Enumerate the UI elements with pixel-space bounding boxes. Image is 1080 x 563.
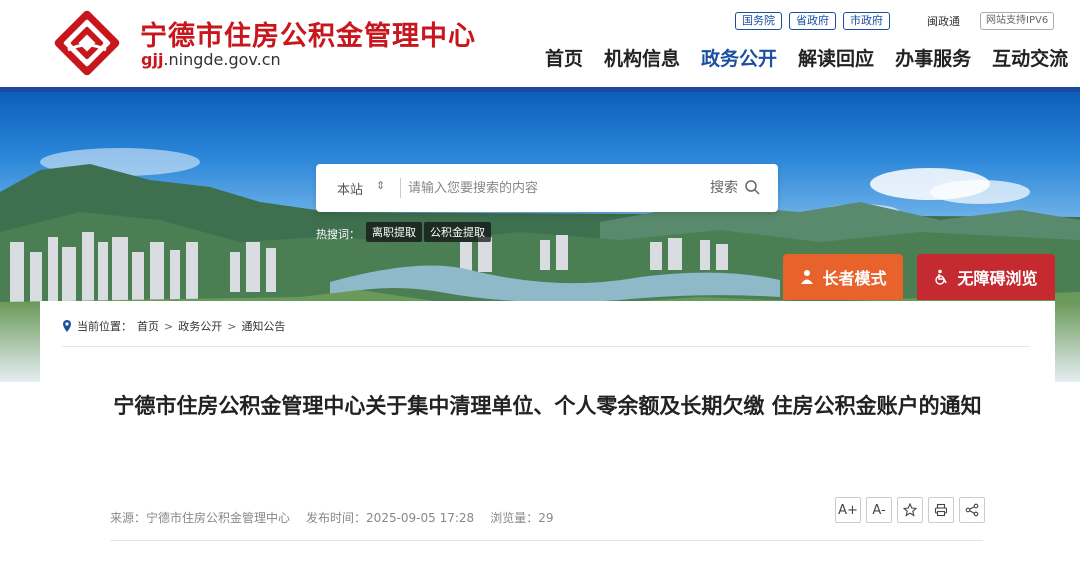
wheelchair-icon <box>935 269 948 285</box>
hot-search-label: 热搜词： <box>316 228 360 241</box>
search-scope-select[interactable]: 本站 <box>337 179 363 198</box>
breadcrumb-home[interactable]: 首页 <box>137 318 159 334</box>
logo-emblem-icon[interactable] <box>54 10 120 76</box>
search-input[interactable] <box>408 176 688 200</box>
article-title: 宁德市住房公积金管理中心关于集中清理单位、个人零余额及长期欠缴 住房公积金账户的… <box>113 394 982 418</box>
top-link-guowuyuan[interactable]: 国务院 <box>735 12 782 30</box>
print-button[interactable] <box>928 497 954 523</box>
breadcrumb-notices[interactable]: 通知公告 <box>241 318 285 334</box>
published-label: 发布时间： <box>306 511 367 525</box>
barrier-free-button[interactable]: 无障碍浏览 <box>917 254 1055 300</box>
site-domain: gjj.ningde.gov.cn <box>141 50 281 69</box>
search-divider <box>400 178 401 198</box>
top-links: 国务院 省政府 市政府 <box>735 12 890 30</box>
views-label: 浏览量： <box>490 511 539 525</box>
breadcrumb-gov-affairs[interactable]: 政务公开 <box>178 318 222 334</box>
article-source: 来源：宁德市住房公积金管理中心 <box>110 509 290 526</box>
search-button-label: 搜索 <box>710 180 738 196</box>
mingzheng-link[interactable]: 闽政通 <box>927 13 960 29</box>
source-label: 来源： <box>110 511 147 525</box>
views-value: 29 <box>538 511 554 525</box>
share-button[interactable] <box>959 497 985 523</box>
article-card: 当前位置： 首页 > 政务公开 > 通知公告 宁德市住房公积金管理中心关于集中清… <box>40 301 1055 563</box>
hot-tag-gongjijin[interactable]: 公积金提取 <box>424 222 491 242</box>
chevron-updown-icon[interactable]: ⇕ <box>376 179 385 192</box>
nav-item-services[interactable]: 办事服务 <box>895 44 971 71</box>
nav-item-gov-affairs[interactable]: 政务公开 <box>701 44 777 71</box>
barrier-free-label: 无障碍浏览 <box>957 269 1038 288</box>
breadcrumb-divider <box>62 346 1030 347</box>
favorite-button[interactable] <box>897 497 923 523</box>
star-icon <box>903 503 917 517</box>
domain-rest: .ningde.gov.cn <box>163 50 281 69</box>
domain-prefix: gjj <box>141 50 164 69</box>
ipv6-badge: 网站支持IPV6 <box>980 12 1055 30</box>
search-box: 本站 ⇕ 搜索 <box>316 164 778 212</box>
search-button[interactable]: 搜索 <box>710 177 760 197</box>
elder-mode-label: 长者模式 <box>822 269 887 288</box>
published-value: 2025-09-05 17:28 <box>366 511 475 525</box>
search-icon <box>745 180 760 195</box>
meta-divider <box>110 540 983 541</box>
print-icon <box>934 503 948 517</box>
share-icon <box>965 503 979 517</box>
breadcrumb-separator: > <box>164 319 174 333</box>
elder-icon <box>801 270 814 284</box>
hot-tag-lizhi[interactable]: 离职提取 <box>366 222 422 242</box>
article-meta: 来源：宁德市住房公积金管理中心 发布时间：2025-09-05 17:28 浏览… <box>110 509 553 526</box>
font-decrease-button[interactable]: A- <box>866 497 892 523</box>
breadcrumb-separator: > <box>227 319 237 333</box>
top-link-shizhengfu[interactable]: 市政府 <box>843 12 890 30</box>
article-published: 发布时间：2025-09-05 17:28 <box>306 509 474 526</box>
source-value: 宁德市住房公积金管理中心 <box>146 511 291 525</box>
location-pin-icon <box>63 320 71 332</box>
breadcrumb-label: 当前位置： <box>77 320 132 333</box>
top-link-shengzhengfu[interactable]: 省政府 <box>789 12 836 30</box>
article-views: 浏览量：29 <box>490 509 553 526</box>
nav-item-interaction[interactable]: 互动交流 <box>992 44 1068 71</box>
nav-item-org-info[interactable]: 机构信息 <box>604 44 680 71</box>
main-nav: 首页 机构信息 政务公开 解读回应 办事服务 互动交流 <box>545 44 1080 71</box>
site-header: 宁德市住房公积金管理中心 gjj.ningde.gov.cn 国务院 省政府 市… <box>0 0 1080 88</box>
elder-mode-button[interactable]: 长者模式 <box>783 254 903 300</box>
nav-item-home[interactable]: 首页 <box>545 44 583 71</box>
site-title[interactable]: 宁德市住房公积金管理中心 <box>140 14 476 53</box>
nav-item-interpretation[interactable]: 解读回应 <box>798 44 874 71</box>
article-tools: A+ A- <box>835 497 985 523</box>
font-increase-button[interactable]: A+ <box>835 497 861 523</box>
breadcrumb: 当前位置： 首页 > 政务公开 > 通知公告 <box>62 318 285 334</box>
